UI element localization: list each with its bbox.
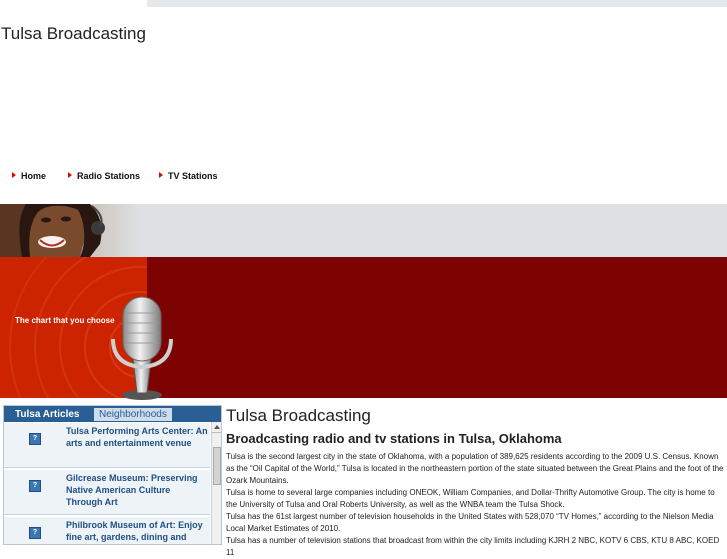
- articles-scrollbar[interactable]: [211, 422, 221, 544]
- arrow-right-icon: [68, 172, 72, 178]
- scroll-up-arrow-icon[interactable]: [212, 422, 221, 433]
- microphone-icon: [105, 293, 180, 401]
- question-icon: ?: [29, 480, 41, 492]
- article-item[interactable]: ? Gilcrease Museum: Preserving Native Am…: [4, 470, 210, 515]
- article-title[interactable]: Tulsa Performing Arts Center: An arts an…: [66, 425, 208, 449]
- arrow-right-icon: [159, 172, 163, 178]
- article-item[interactable]: ? Philbrook Museum of Art: Enjoy fine ar…: [4, 517, 210, 544]
- nav-tv-label: TV Stations: [168, 171, 218, 181]
- main-content: Tulsa Broadcasting Broadcasting radio an…: [226, 405, 726, 559]
- banner-tagline: The chart that you choose: [15, 316, 115, 325]
- question-icon: ?: [29, 433, 41, 445]
- nav-item-radio-stations[interactable]: Radio Stations: [68, 171, 140, 181]
- page-subtitle: Broadcasting radio and tv stations in Tu…: [226, 431, 562, 446]
- nav-item-tv-stations[interactable]: TV Stations: [159, 171, 218, 181]
- question-icon: ?: [29, 527, 41, 539]
- paragraph-4: Tulsa has a number of television station…: [226, 536, 720, 557]
- article-title[interactable]: Philbrook Museum of Art: Enjoy fine art,…: [66, 519, 208, 544]
- paragraph-2: Tulsa is home to several large companies…: [226, 488, 715, 509]
- tab-neighborhoods[interactable]: Neighborhoods: [94, 408, 172, 421]
- nav-home-label: Home: [21, 171, 47, 181]
- nav-item-home[interactable]: Home: [12, 171, 46, 181]
- articles-tabbar: Tulsa Articles Neighborhoods: [4, 406, 221, 422]
- nav-radio-label: Radio Stations: [77, 171, 141, 181]
- article-item[interactable]: ? Tulsa Performing Arts Center: An arts …: [4, 423, 210, 468]
- header-photo-strip: [0, 204, 727, 257]
- paragraph-1: Tulsa is the second largest city in the …: [226, 452, 724, 485]
- top-strip: [147, 0, 727, 7]
- paragraph-3: Tulsa has the 61st largest number of tel…: [226, 512, 714, 533]
- site-title[interactable]: Tulsa Broadcasting: [0, 22, 147, 45]
- woman-with-headphones-photo: [0, 204, 139, 257]
- article-title[interactable]: Gilcrease Museum: Preserving Native Amer…: [66, 472, 208, 508]
- hero-banner: The chart that you choose: [0, 257, 727, 401]
- articles-panel: Tulsa Articles Neighborhoods ? Tulsa Per…: [3, 405, 222, 545]
- scrollbar-thumb[interactable]: [213, 447, 221, 485]
- arrow-right-icon: [12, 172, 16, 178]
- tab-tulsa-articles[interactable]: Tulsa Articles: [11, 407, 83, 422]
- page-title: Tulsa Broadcasting: [226, 406, 371, 425]
